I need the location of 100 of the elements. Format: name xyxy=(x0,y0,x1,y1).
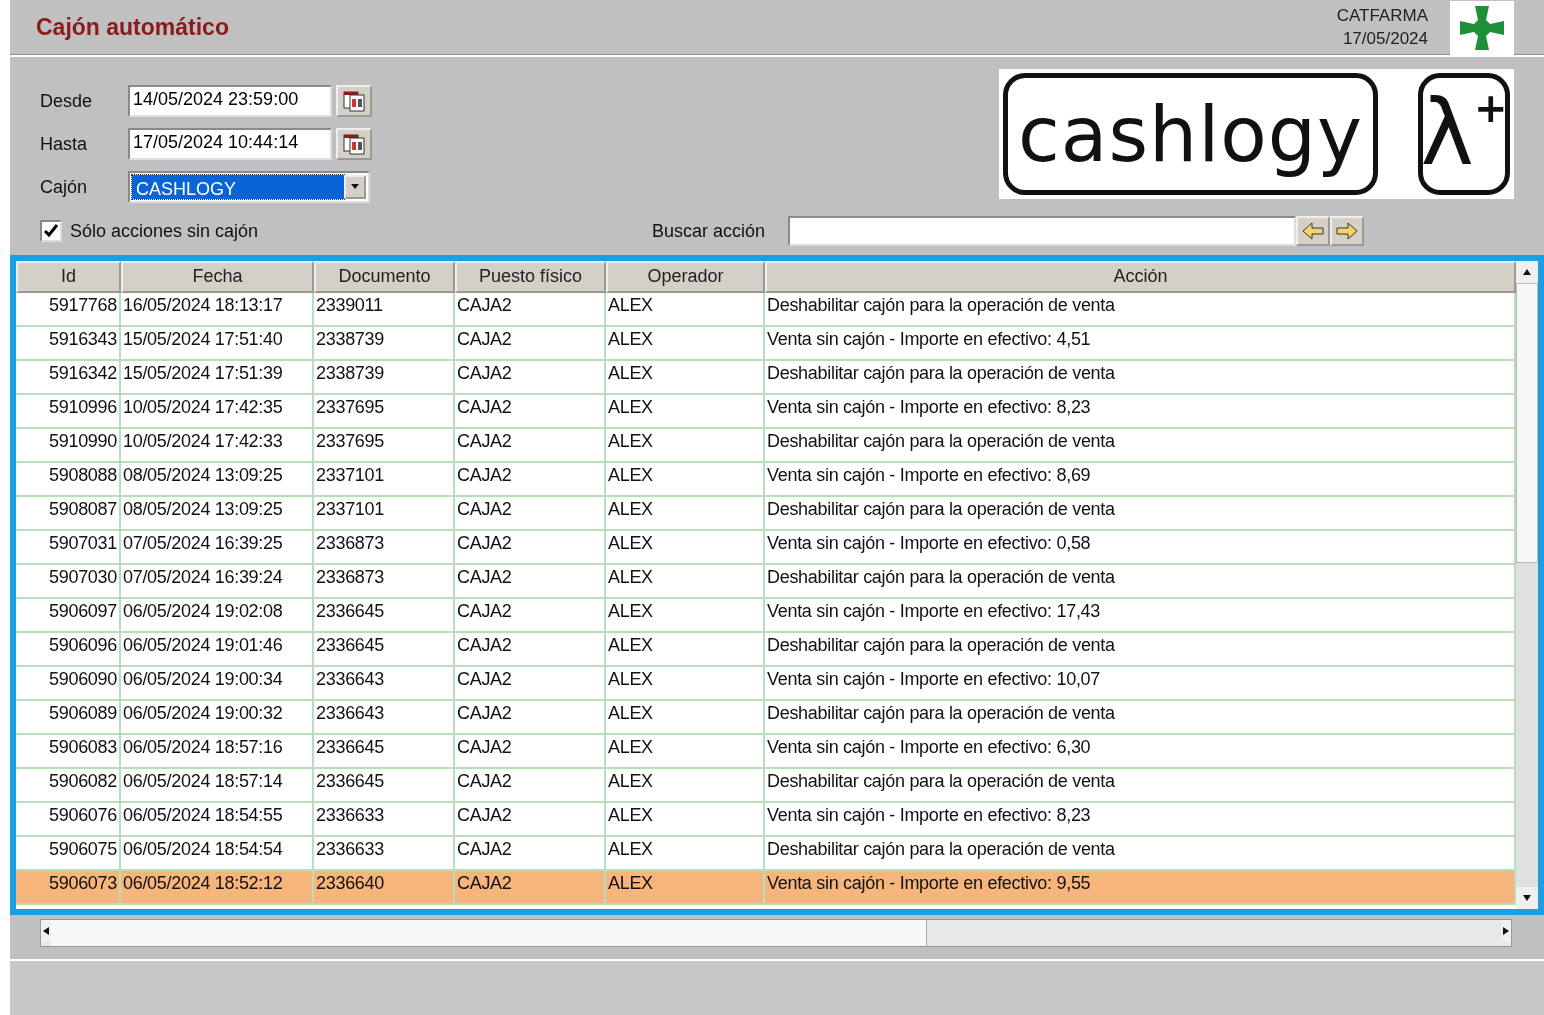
table-cell: 5906073 xyxy=(16,871,121,903)
table-cell: 06/05/2024 19:00:34 xyxy=(121,667,314,699)
scroll-left-icon[interactable] xyxy=(41,926,51,936)
table-row[interactable]: 5906076 06/05/2024 18:54:55 2336633 CAJA2 ALEX Venta sin cajón - Importe en efectivo: 8,23 xyxy=(16,803,1516,837)
table-row[interactable]: 5908088 08/05/2024 13:09:25 2337101 CAJA2 ALEX Venta sin cajón - Importe en efectivo: 8,69 xyxy=(16,463,1516,497)
table-row[interactable]: 5908087 08/05/2024 13:09:25 2337101 CAJA2 ALEX Deshabilitar cajón para la operación de venta xyxy=(16,497,1516,531)
date-field[interactable]: 14/05/2024 23:59:00 xyxy=(128,85,332,117)
table-cell: 5907030 xyxy=(16,565,121,597)
table-cell: 5917768 xyxy=(16,293,121,325)
current-date: 17/05/2024 xyxy=(1342,27,1428,50)
scroll-up-icon[interactable] xyxy=(1522,267,1532,277)
table-cell: ALEX xyxy=(606,497,765,529)
table-cell: ALEX xyxy=(606,667,765,699)
table-cell: 06/05/2024 18:57:14 xyxy=(121,769,314,801)
table-row[interactable]: 5916342 15/05/2024 17:51:39 2338739 CAJA2 ALEX Deshabilitar cajón para la operación de venta xyxy=(16,361,1516,395)
table-cell: 5906096 xyxy=(16,633,121,665)
table-cell: CAJA2 xyxy=(455,735,606,767)
table-cell: 06/05/2024 18:54:54 xyxy=(121,837,314,869)
horizontal-scrollbar[interactable] xyxy=(40,919,1512,947)
table-cell: 07/05/2024 16:39:24 xyxy=(121,565,314,597)
drawer-dropdown[interactable]: CASHLOGY xyxy=(128,171,370,203)
next-button[interactable] xyxy=(1330,216,1364,246)
table-cell: 2336645 xyxy=(314,735,455,767)
table-cell: 07/05/2024 16:39:25 xyxy=(121,531,314,563)
scroll-right-icon[interactable] xyxy=(1501,926,1511,936)
table-cell: 06/05/2024 18:57:16 xyxy=(121,735,314,767)
table-cell: 2338739 xyxy=(314,327,455,359)
table-cell: 2336645 xyxy=(314,599,455,631)
table-cell: CAJA2 xyxy=(455,361,606,393)
table-cell: ALEX xyxy=(606,803,765,835)
calendar-icon xyxy=(342,89,366,113)
table-cell: ALEX xyxy=(606,735,765,767)
table-cell: CAJA2 xyxy=(455,497,606,529)
calendar-icon xyxy=(342,132,366,156)
search-field[interactable] xyxy=(788,216,1296,246)
table-cell: ALEX xyxy=(606,395,765,427)
table-cell: 5906083 xyxy=(16,735,121,767)
table-cell: CAJA2 xyxy=(455,837,606,869)
table-cell: 2337101 xyxy=(314,463,455,495)
column-header[interactable]: Acción xyxy=(765,261,1516,293)
cross-icon xyxy=(1458,4,1506,51)
table-cell: 5906089 xyxy=(16,701,121,733)
table-cell: ALEX xyxy=(606,327,765,359)
table-cell: 2339011 xyxy=(314,293,455,325)
table-row[interactable]: 5910996 10/05/2024 17:42:35 2337695 CAJA2 ALEX Venta sin cajón - Importe en efectivo: 8,23 xyxy=(16,395,1516,429)
column-header[interactable]: Puesto físico xyxy=(455,261,606,293)
table-cell: 5906082 xyxy=(16,769,121,801)
table-row[interactable]: 5906089 06/05/2024 19:00:32 2336643 CAJA2 ALEX Deshabilitar cajón para la operación de venta xyxy=(16,701,1516,735)
table-row[interactable]: 5906075 06/05/2024 18:54:54 2336633 CAJA2 ALEX Deshabilitar cajón para la operación de venta xyxy=(16,837,1516,871)
check-icon xyxy=(43,223,59,239)
table-cell: 08/05/2024 13:09:25 xyxy=(121,463,314,495)
field-label: Cajón xyxy=(40,176,89,198)
table-row[interactable]: 5906073 06/05/2024 18:52:12 2336640 CAJA2 ALEX Venta sin cajón - Importe en efectivo: 9,55 xyxy=(16,871,1516,905)
table-cell: 15/05/2024 17:51:39 xyxy=(121,361,314,393)
brand-logo: cashlogy xyxy=(1003,73,1378,195)
search-label: Buscar acción xyxy=(652,220,767,242)
table-cell: 10/05/2024 17:42:33 xyxy=(121,429,314,461)
table-row[interactable]: 5907030 07/05/2024 16:39:24 2336873 CAJA2 ALEX Deshabilitar cajón para la operación de venta xyxy=(16,565,1516,599)
table-row[interactable]: 5906096 06/05/2024 19:01:46 2336645 CAJA2 ALEX Deshabilitar cajón para la operación de venta xyxy=(16,633,1516,667)
table-cell: 5910996 xyxy=(16,395,121,427)
date-field[interactable]: 17/05/2024 10:44:14 xyxy=(128,128,332,160)
table-cell: 5916343 xyxy=(16,327,121,359)
table-cell: CAJA2 xyxy=(455,429,606,461)
table-cell: 5908088 xyxy=(16,463,121,495)
table-cell: 2336643 xyxy=(314,701,455,733)
table-cell: CAJA2 xyxy=(455,701,606,733)
previous-button[interactable] xyxy=(1296,216,1330,246)
table-row[interactable]: 5910990 10/05/2024 17:42:33 2337695 CAJA2 ALEX Deshabilitar cajón para la operación de venta xyxy=(16,429,1516,463)
table-row[interactable]: 5906083 06/05/2024 18:57:16 2336645 CAJA2 ALEX Venta sin cajón - Importe en efectivo: 6,30 xyxy=(16,735,1516,769)
table-row[interactable]: 5906082 06/05/2024 18:57:14 2336645 CAJA2 ALEX Deshabilitar cajón para la operación de venta xyxy=(16,769,1516,803)
column-header[interactable]: Documento xyxy=(314,261,455,293)
checkbox[interactable] xyxy=(40,220,62,242)
table-cell: ALEX xyxy=(606,701,765,733)
dropdown-button[interactable] xyxy=(344,175,366,199)
table-cell: CAJA2 xyxy=(455,769,606,801)
table-cell: 5906075 xyxy=(16,837,121,869)
table-row[interactable]: 5907031 07/05/2024 16:39:25 2336873 CAJA2 ALEX Venta sin cajón - Importe en efectivo: 0,58 xyxy=(16,531,1516,565)
table-cell: 2337695 xyxy=(314,429,455,461)
calendar-button[interactable] xyxy=(336,85,372,117)
table-cell: 2336633 xyxy=(314,837,455,869)
field-label: Desde xyxy=(40,90,94,112)
table-cell: ALEX xyxy=(606,463,765,495)
column-header[interactable]: Id xyxy=(16,261,121,293)
vertical-scrollbar[interactable] xyxy=(1516,261,1538,909)
table-row[interactable]: 5906097 06/05/2024 19:02:08 2336645 CAJA2 ALEX Venta sin cajón - Importe en efectivo: 17,43 xyxy=(16,599,1516,633)
table-cell: 5906090 xyxy=(16,667,121,699)
table-cell: 10/05/2024 17:42:35 xyxy=(121,395,314,427)
column-header[interactable]: Operador xyxy=(606,261,765,293)
calendar-button[interactable] xyxy=(336,128,372,160)
table-cell: CAJA2 xyxy=(455,395,606,427)
table-cell: ALEX xyxy=(606,633,765,665)
table-cell: 2336640 xyxy=(314,871,455,903)
column-header[interactable]: Fecha xyxy=(121,261,314,293)
table-row[interactable]: 5906090 06/05/2024 19:00:34 2336643 CAJA2 ALEX Venta sin cajón - Importe en efectivo: 10,07 xyxy=(16,667,1516,701)
table-cell: 06/05/2024 18:52:12 xyxy=(121,871,314,903)
table-row[interactable]: 5916343 15/05/2024 17:51:40 2338739 CAJA2 ALEX Venta sin cajón - Importe en efectivo: 4,51 xyxy=(16,327,1516,361)
table-row[interactable]: 5917768 16/05/2024 18:13:17 2339011 CAJA2 ALEX Deshabilitar cajón para la operación de venta xyxy=(16,293,1516,327)
scroll-down-icon[interactable] xyxy=(1522,893,1532,903)
table-cell: ALEX xyxy=(606,361,765,393)
table-cell: ALEX xyxy=(606,599,765,631)
